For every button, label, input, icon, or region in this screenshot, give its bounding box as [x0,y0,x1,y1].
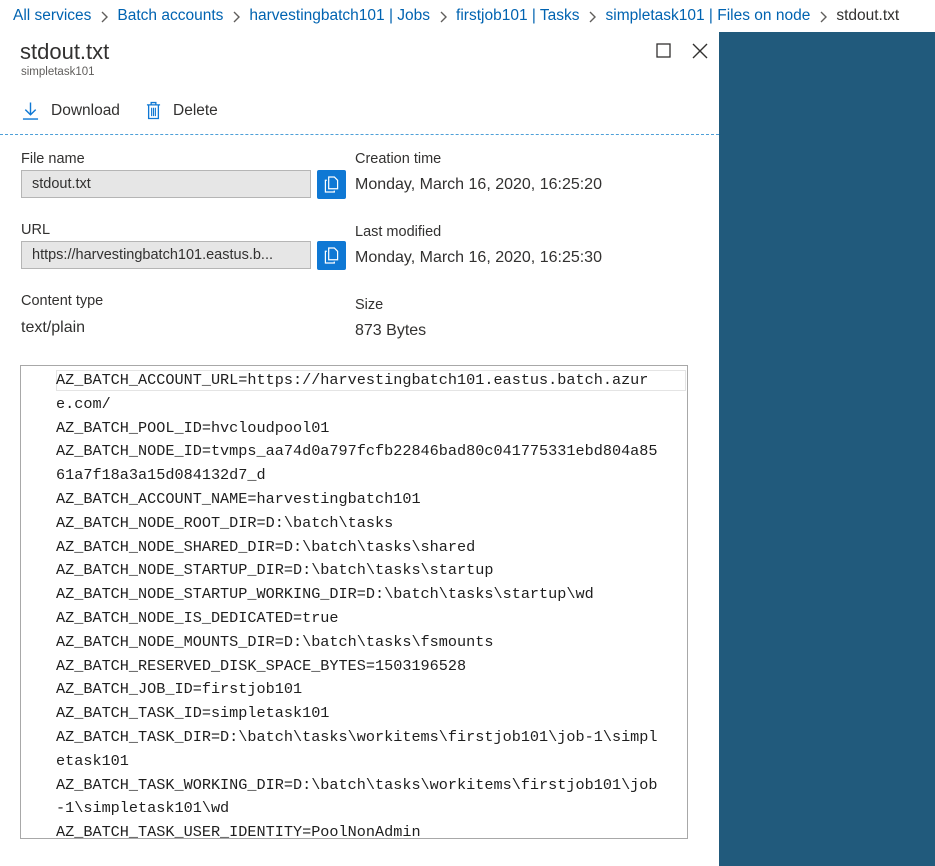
content-type-value: text/plain [21,319,86,336]
url-field[interactable]: https://harvestingbatch101.eastus.b... [21,241,311,269]
command-bar: Download Delete [0,87,719,135]
size-value: 873 Bytes [355,322,427,339]
delete-label: Delete [173,101,218,119]
file-content-viewer[interactable]: AZ_BATCH_ACCOUNT_URL=https://harvestingb… [20,365,688,839]
background-panel [719,32,935,866]
breadcrumb: All services Batch accounts harvestingba… [0,0,935,32]
chevron-right-icon [91,8,117,25]
creation-time-value: Monday, March 16, 2020, 16:25:20 [355,176,602,193]
file-content-text: AZ_BATCH_ACCOUNT_URL=https://harvestingb… [56,371,658,839]
url-label: URL [21,222,51,238]
breadcrumb-jobs[interactable]: harvestingbatch101 | Jobs [249,7,430,25]
download-button[interactable]: Download [22,101,120,121]
delete-button[interactable]: Delete [146,101,218,120]
page-subtitle: simpletask101 [21,66,95,78]
download-icon [22,102,39,120]
file-blade: stdout.txt simpletask101 Download Delete… [0,32,719,866]
breadcrumb-all-services[interactable]: All services [13,7,91,25]
last-modified-label: Last modified [355,224,442,240]
content-type-label: Content type [21,293,104,309]
last-modified-value: Monday, March 16, 2020, 16:25:30 [355,249,602,266]
trash-icon [146,101,161,120]
breadcrumb-batch-accounts[interactable]: Batch accounts [117,7,223,25]
breadcrumb-current: stdout.txt [836,7,900,24]
copy-url-button[interactable] [317,241,346,270]
maximize-icon[interactable] [655,42,673,60]
file-name-label: File name [21,151,85,167]
close-icon[interactable] [691,42,709,60]
copy-file-name-button[interactable] [317,170,346,199]
breadcrumb-files-on-node[interactable]: simpletask101 | Files on node [606,7,811,25]
creation-time-label: Creation time [355,151,442,167]
chevron-right-icon [223,8,249,25]
copy-icon [324,247,339,264]
download-label: Download [51,102,120,119]
file-name-field[interactable]: stdout.txt [21,170,311,198]
chevron-right-icon [430,8,456,25]
breadcrumb-tasks[interactable]: firstjob101 | Tasks [456,7,580,25]
chevron-right-icon [580,8,606,25]
page-title: stdout.txt [20,39,110,64]
size-label: Size [355,297,384,313]
copy-icon [324,176,339,193]
chevron-right-icon [810,8,836,25]
